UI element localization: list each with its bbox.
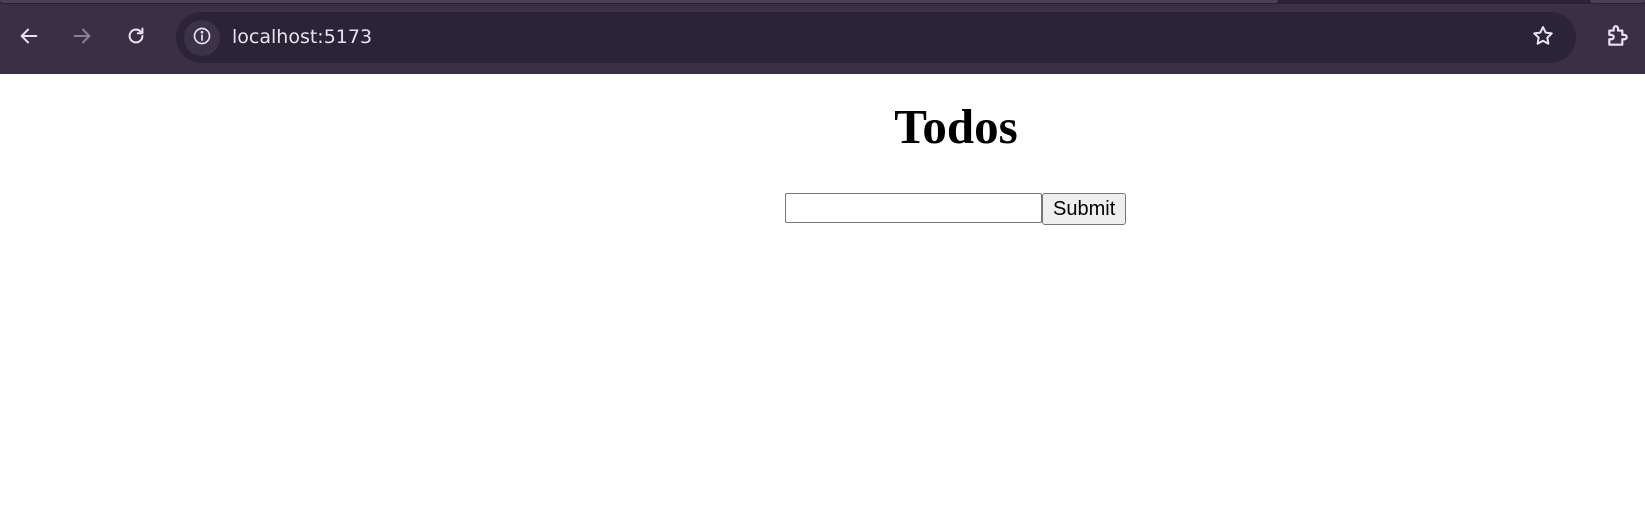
bookmark-button[interactable]	[1525, 20, 1561, 56]
arrow-right-icon	[71, 25, 93, 52]
puzzle-icon	[1605, 23, 1631, 54]
tab-edge	[1590, 0, 1645, 3]
active-tab-edge	[0, 0, 1278, 3]
star-icon	[1531, 24, 1555, 53]
arrow-left-icon	[18, 25, 40, 52]
browser-toolbar: localhost:5173	[0, 0, 1645, 74]
forward-button[interactable]	[64, 20, 100, 56]
todo-form: Submit	[785, 193, 1127, 225]
reload-icon	[125, 25, 147, 52]
extensions-button[interactable]	[1598, 18, 1638, 58]
submit-button[interactable]: Submit	[1042, 193, 1127, 225]
tab-strip	[0, 0, 1645, 4]
todo-input[interactable]	[785, 193, 1042, 223]
address-bar[interactable]: localhost:5173	[176, 12, 1576, 63]
page-title: Todos	[894, 99, 1018, 154]
info-icon	[192, 26, 212, 51]
page-content: Todos Submit	[0, 74, 1645, 529]
reload-button[interactable]	[118, 20, 154, 56]
url-text[interactable]: localhost:5173	[232, 26, 372, 48]
back-button[interactable]	[11, 20, 47, 56]
site-info-button[interactable]	[184, 20, 220, 56]
